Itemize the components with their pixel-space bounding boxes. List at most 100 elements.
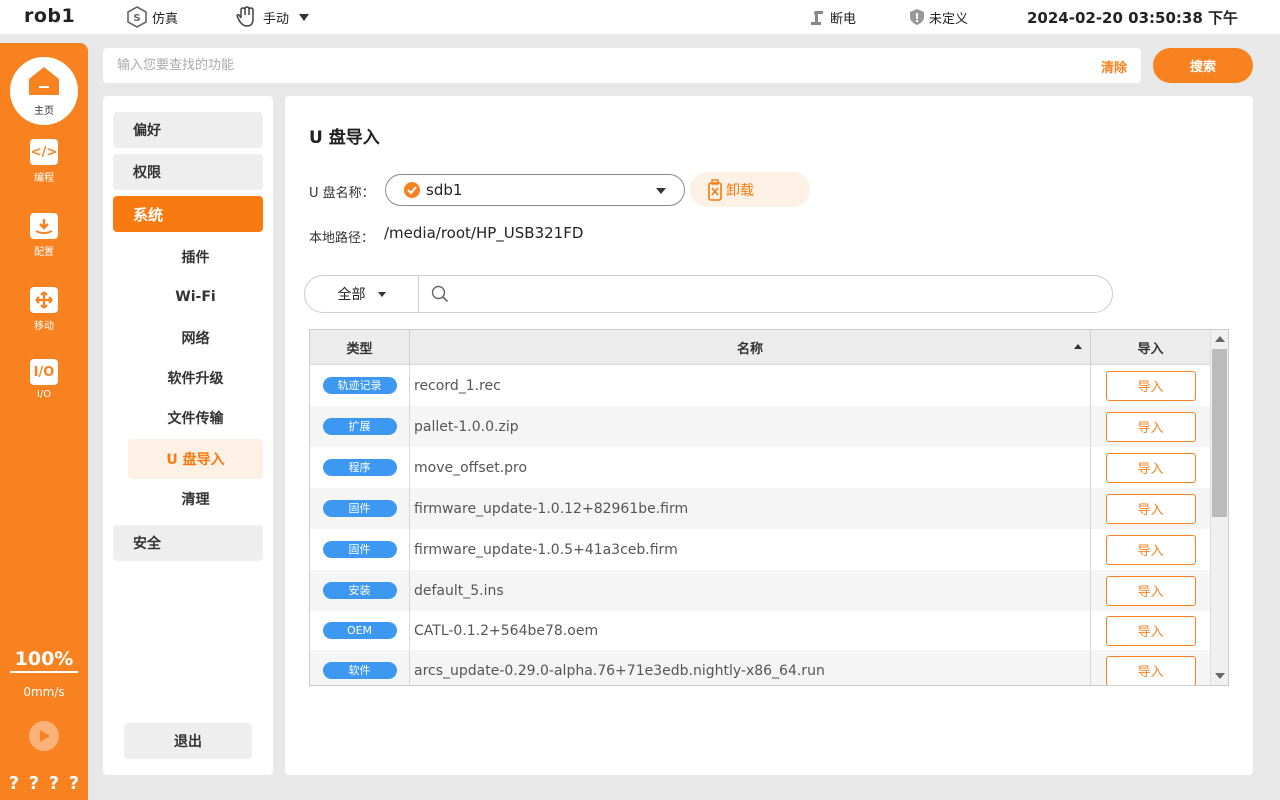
help-mark[interactable]: ?: [29, 773, 39, 794]
nav-move-label: 移动: [34, 321, 54, 332]
file-type-badge: OEM: [322, 622, 397, 639]
manual-mode-dropdown[interactable]: 手动: [235, 0, 310, 34]
table-row[interactable]: 程序 move_offset.pro 导入: [310, 447, 1210, 488]
scroll-down-icon[interactable]: [1215, 673, 1225, 679]
file-search-input[interactable]: [455, 278, 1095, 310]
file-type-badge: 固件: [322, 500, 397, 517]
import-button[interactable]: 导入: [1105, 411, 1196, 442]
nav-io[interactable]: I/O I/O: [0, 359, 88, 400]
play-button[interactable]: [29, 721, 59, 751]
nav-program[interactable]: </> 编程: [0, 139, 88, 184]
section-system[interactable]: 系统: [113, 196, 263, 232]
hand-icon: [235, 6, 259, 28]
cell-file-name: arcs_update-0.29.0-alpha.76+71e3edb.nigh…: [411, 650, 1091, 685]
chevron-down-icon: [299, 13, 310, 21]
cell-file-name: firmware_update-1.0.5+41a3ceb.firm: [411, 529, 1091, 570]
table-row[interactable]: 扩展 pallet-1.0.0.zip 导入: [310, 406, 1210, 447]
usb-device-value: sdb1: [426, 181, 463, 199]
section-preferences[interactable]: 偏好: [113, 112, 263, 148]
cell-file-name: CATL-0.1.2+564be78.oem: [411, 610, 1091, 651]
help-mark[interactable]: ?: [69, 773, 79, 794]
cell-file-name: default_5.ins: [411, 570, 1091, 611]
usb-import-panel: U 盘导入 U 盘名称： sdb1 卸载 本地路径： /media/root/H…: [285, 96, 1253, 775]
io-icon: I/O: [30, 359, 58, 385]
column-header-type[interactable]: 类型: [310, 330, 410, 365]
nav-move[interactable]: 移动: [0, 287, 88, 332]
section-safety[interactable]: 安全: [113, 525, 263, 561]
scroll-thumb[interactable]: [1212, 349, 1227, 517]
system-item-plugins[interactable]: 插件: [128, 237, 263, 277]
table-row[interactable]: 固件 firmware_update-1.0.5+41a3ceb.firm 导入: [310, 529, 1210, 570]
power-status[interactable]: 断电: [808, 0, 856, 34]
cell-import: 导入: [1091, 406, 1210, 447]
import-button[interactable]: 导入: [1105, 615, 1196, 646]
nav-home[interactable]: 主页: [10, 57, 78, 125]
speed-percent[interactable]: 100%: [10, 648, 78, 673]
file-type-badge: 轨迹记录: [322, 377, 397, 394]
move-icon: [30, 287, 58, 313]
svg-text:S: S: [133, 13, 140, 24]
local-path-label: 本地路径：: [309, 231, 375, 246]
import-button[interactable]: 导入: [1105, 575, 1196, 606]
unmount-button[interactable]: 卸载: [690, 172, 810, 207]
nav-config-label: 配置: [34, 247, 54, 258]
robot-arm-icon: [808, 8, 826, 26]
speed-value: 0mm/s: [23, 685, 65, 699]
column-header-name[interactable]: 名称: [410, 330, 1091, 365]
cell-import: 导入: [1091, 610, 1210, 651]
power-label: 断电: [830, 11, 857, 27]
cell-type: 程序: [310, 447, 410, 488]
play-icon: [40, 730, 50, 742]
cell-import: 导入: [1091, 529, 1210, 570]
clear-button[interactable]: 清除: [1101, 57, 1127, 76]
nav-config[interactable]: 配置: [0, 213, 88, 258]
cell-import: 导入: [1091, 365, 1210, 406]
logout-button[interactable]: 退出: [124, 723, 252, 759]
import-button[interactable]: 导入: [1105, 534, 1196, 565]
table-row[interactable]: 轨迹记录 record_1.rec 导入: [310, 365, 1210, 406]
system-item-network[interactable]: 网络: [128, 318, 263, 358]
import-button[interactable]: 导入: [1105, 493, 1196, 524]
table-scrollbar[interactable]: [1210, 330, 1228, 685]
cell-file-name: record_1.rec: [411, 365, 1091, 406]
search-button[interactable]: 搜索: [1153, 48, 1253, 83]
unmount-label: 卸载: [726, 182, 754, 199]
table-row[interactable]: OEM CATL-0.1.2+564be78.oem 导入: [310, 610, 1210, 651]
simulation-mode[interactable]: S 仿真: [126, 0, 178, 34]
section-permissions[interactable]: 权限: [113, 154, 263, 190]
system-item-cleanup[interactable]: 清理: [128, 479, 263, 519]
cell-file-name: pallet-1.0.0.zip: [411, 406, 1091, 447]
safety-status[interactable]: 未定义: [909, 0, 968, 34]
system-item-usb-import[interactable]: U 盘导入: [128, 439, 263, 479]
table-row[interactable]: 安装 default_5.ins 导入: [310, 570, 1210, 611]
table-row[interactable]: 固件 firmware_update-1.0.12+82961be.firm 导入: [310, 488, 1210, 529]
chevron-down-icon: [377, 291, 386, 297]
file-type-badge: 扩展: [322, 418, 397, 435]
simulation-label: 仿真: [152, 11, 179, 27]
cell-type: 固件: [310, 488, 410, 529]
help-mark[interactable]: ?: [49, 773, 59, 794]
table-row[interactable]: 软件 arcs_update-0.29.0-alpha.76+71e3edb.ni…: [310, 650, 1210, 685]
robot-name: rob1: [24, 5, 76, 27]
help-mark[interactable]: ?: [9, 773, 19, 794]
import-button[interactable]: 导入: [1105, 370, 1196, 401]
cell-import: 导入: [1091, 488, 1210, 529]
chevron-down-icon: [656, 188, 666, 194]
cell-type: 轨迹记录: [310, 365, 410, 406]
cell-type: OEM: [310, 610, 410, 651]
usb-device-select[interactable]: sdb1: [385, 174, 685, 206]
import-button[interactable]: 导入: [1105, 655, 1196, 685]
scroll-up-icon[interactable]: [1215, 336, 1225, 342]
function-search-input[interactable]: [117, 48, 1017, 83]
simulation-icon: S: [126, 6, 148, 28]
import-button[interactable]: 导入: [1105, 452, 1196, 483]
file-type-badge: 程序: [322, 459, 397, 476]
manual-label: 手动: [263, 11, 290, 27]
home-icon: [28, 66, 60, 100]
file-type-badge: 软件: [322, 662, 397, 679]
system-item-file-transfer[interactable]: 文件传输: [128, 398, 263, 438]
code-icon: </>: [30, 139, 58, 165]
system-item-wifi[interactable]: Wi-Fi: [128, 277, 263, 317]
system-item-software-update[interactable]: 软件升级: [128, 358, 263, 398]
file-type-filter-dropdown[interactable]: 全部: [305, 276, 419, 312]
